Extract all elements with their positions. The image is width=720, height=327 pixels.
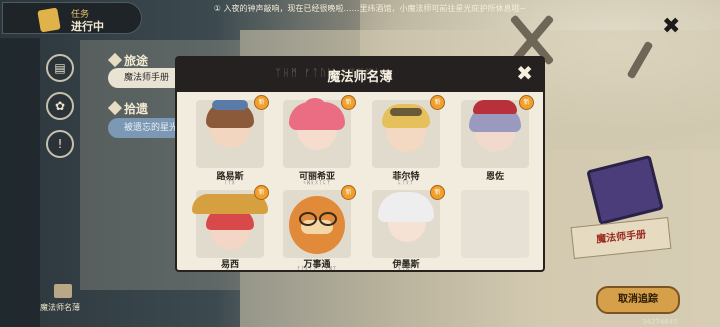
new-badge: 新 (430, 185, 445, 200)
character-name: 恩佐 (485, 172, 504, 182)
portrait-hair (378, 192, 434, 222)
character-card[interactable]: 新 (192, 185, 269, 258)
quest-status: 进行中 (71, 20, 104, 33)
new-badge: 新 (254, 185, 269, 200)
quest-badge[interactable]: 任务 进行中 (2, 2, 142, 34)
character-card[interactable]: 新 (196, 95, 269, 168)
character-card[interactable]: 新 (283, 95, 356, 168)
character-runes: ᚠᛏᛒᛉᛏᚲᛏᚷᛞᛉ (296, 266, 337, 272)
portrait-goggles (390, 108, 422, 116)
portrait-beret (473, 100, 517, 114)
left-sidebar (0, 38, 40, 327)
new-badge: 新 (341, 185, 356, 200)
character-runes: ᛒᛉᛞᛉ (397, 266, 414, 272)
character-card[interactable]: 新 (283, 185, 356, 258)
alert-icon[interactable]: ! (46, 130, 74, 158)
new-badge: 新 (341, 95, 356, 110)
new-badge: 新 (519, 95, 534, 110)
modal-title: 魔法师名薄 (327, 70, 393, 85)
gear-icon[interactable]: ✿ (46, 92, 74, 120)
close-icon[interactable]: ✖ (516, 61, 533, 85)
portrait-glasses (299, 212, 317, 226)
section-title-pick: 拾遗 (124, 102, 149, 116)
uid-text: 34274645 (642, 318, 678, 326)
modal-header: ᛉᚺᛗ ᚠᛏᚢᛞ ᛈᛉᛗᛗᚾ 魔法师名薄 ✖ (177, 58, 543, 92)
close-icon[interactable]: ✖ (662, 14, 680, 39)
empty-character-slot (461, 190, 529, 258)
section-title-travel: 旅途 (124, 54, 149, 68)
portrait-cap (212, 100, 248, 110)
new-badge: 新 (254, 95, 269, 110)
portrait-glasses (319, 212, 337, 226)
magician-roster-modal: ᛉᚺᛗ ᚠᛏᚢᛞ ᛈᛉᛗᛗᚾ 魔法师名薄 ✖ 新 路易斯 ᛚᛉᛒ 新 可丽希亚 … (175, 56, 545, 272)
cancel-tracking-button[interactable]: 取消追踪 (596, 286, 680, 314)
portrait-hair-bun (305, 98, 325, 112)
character-runes: ᛒᚲ (225, 266, 234, 272)
character-card[interactable]: 新 (372, 95, 445, 168)
character-card[interactable]: 新 (461, 95, 534, 168)
new-badge: 新 (430, 95, 445, 110)
character-card[interactable]: 新 (372, 185, 445, 258)
quest-scroll-icon (37, 7, 61, 33)
roster-button-label[interactable]: 魔法师名薄 (40, 302, 80, 313)
notification-banner: ① 入夜的钟声敲响，现在已经很晚啦……里纬酒馆，小魔法师可前往星光庇护所休息哦~ (213, 4, 527, 13)
roster-book-icon[interactable] (54, 284, 72, 298)
book-icon[interactable]: ▤ (46, 54, 74, 82)
